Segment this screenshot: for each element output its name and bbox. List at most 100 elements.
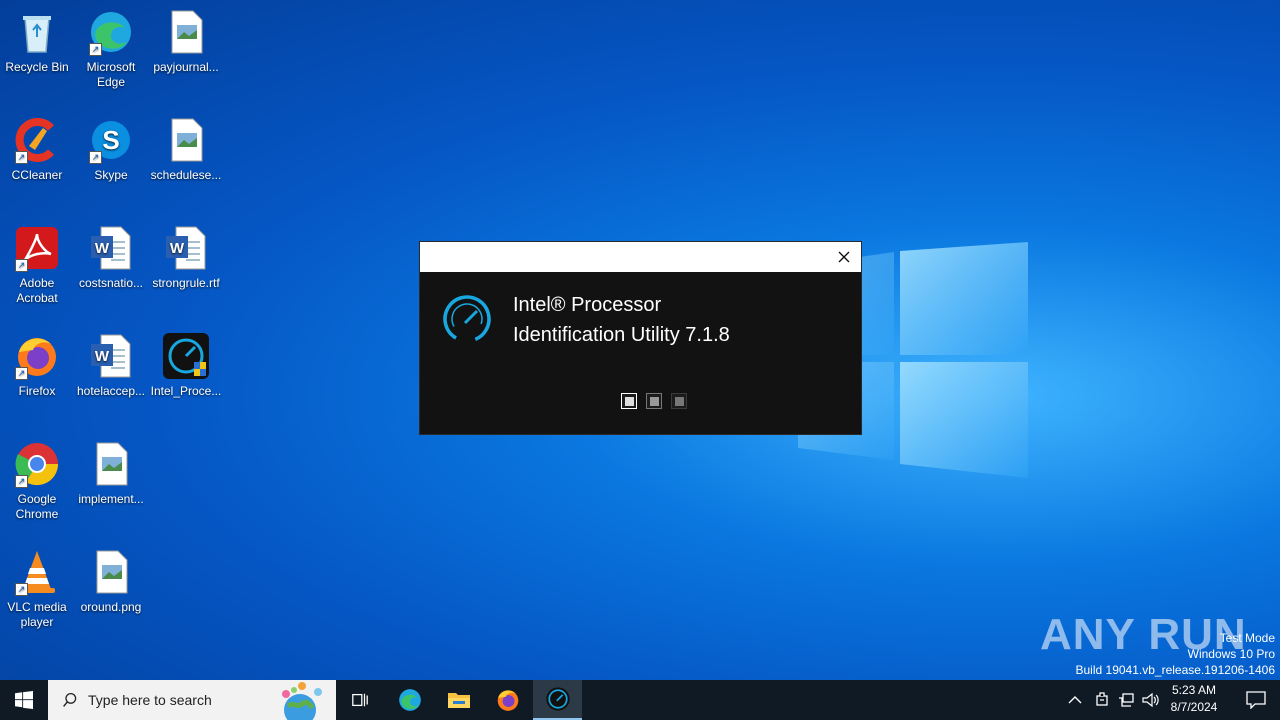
- splash-title-bar[interactable]: [420, 242, 861, 272]
- desktop-icon-label: strongrule.rtf: [152, 276, 220, 290]
- intel-gauge-icon: [443, 295, 491, 343]
- tray-device-icon: [1096, 692, 1108, 706]
- shortcut-arrow-icon: ↗: [89, 43, 102, 56]
- search-icon: [63, 692, 77, 707]
- desktop-icon-label: implement...: [78, 492, 144, 506]
- shortcut-arrow-icon: ↗: [15, 583, 28, 596]
- watermark-edition: Windows 10 Pro: [1187, 647, 1275, 661]
- desktop-icon-label: Microsoft Edge: [86, 60, 136, 89]
- vlc-icon: ↗: [13, 548, 61, 596]
- desktop-icon-ccleaner[interactable]: ↗ CCleaner: [0, 116, 74, 183]
- svg-text:W: W: [95, 348, 110, 365]
- start-button[interactable]: [0, 680, 48, 720]
- intel-utility-icon: [545, 687, 570, 711]
- desktop-icon-label: oround.png: [80, 600, 142, 614]
- desktop-icon-edge[interactable]: ↗ Microsoft Edge: [74, 8, 148, 90]
- close-button[interactable]: [833, 246, 855, 268]
- intel-installer-icon: [162, 332, 210, 380]
- desktop-icon-hotelaccep[interactable]: W hotelaccep...: [74, 332, 148, 399]
- desktop-icon-oround[interactable]: oround.png: [74, 548, 148, 615]
- taskbar: Type here to search 5:23 AM 8/7/2024: [0, 680, 1280, 720]
- svg-text:W: W: [95, 240, 110, 257]
- volume-icon: [1142, 692, 1159, 708]
- loading-indicator: [621, 393, 687, 409]
- desktop-icon-label: Adobe Acrobat: [16, 276, 58, 305]
- desktop-icon-label: Recycle Bin: [5, 60, 69, 74]
- chrome-icon: ↗: [13, 440, 61, 488]
- notification-icon: [1246, 691, 1266, 709]
- volume-button[interactable]: [1142, 680, 1162, 720]
- chevron-up-icon: [1068, 696, 1082, 704]
- desktop-icon-label: costsnatio...: [78, 276, 144, 290]
- desktop-icon-label: Intel_Proce...: [150, 384, 222, 398]
- desktop-icon-firefox[interactable]: ↗ Firefox: [0, 332, 74, 399]
- desktop-icon-label: Google Chrome: [15, 492, 59, 521]
- close-icon: [838, 251, 850, 263]
- image-file-icon: [87, 548, 135, 596]
- word-doc-icon: W: [87, 224, 135, 272]
- desktop-icon-costsnatio[interactable]: W costsnatio...: [74, 224, 148, 291]
- task-view-button[interactable]: [336, 680, 384, 720]
- product-name: Intel® Processor Identification Utility …: [513, 290, 730, 350]
- desktop-icon-schedulese[interactable]: schedulese...: [149, 116, 223, 183]
- desktop-icon-label: schedulese...: [150, 168, 222, 182]
- recycle-bin-icon: [13, 8, 61, 56]
- edge-icon: [399, 689, 421, 711]
- loading-dot: [646, 393, 662, 409]
- taskbar-file-explorer-button[interactable]: [435, 680, 483, 720]
- desktop-icon-strongrule[interactable]: W strongrule.rtf: [149, 224, 223, 291]
- taskbar-intel-utility-button[interactable]: [533, 680, 582, 720]
- image-file-icon: [162, 8, 210, 56]
- tray-app-button[interactable]: [1094, 680, 1114, 720]
- image-file-icon: [87, 440, 135, 488]
- search-placeholder: Type here to search: [88, 692, 212, 708]
- windows-start-icon: [15, 691, 33, 709]
- desktop-icon-label: hotelaccep...: [76, 384, 146, 398]
- desktop-icon-acrobat[interactable]: ↗ Adobe Acrobat: [0, 224, 74, 306]
- product-name-line2: Identification Utility 7.1.8: [513, 324, 730, 346]
- file-explorer-icon: [448, 693, 470, 708]
- show-hidden-icons-button[interactable]: [1068, 680, 1090, 720]
- shortcut-arrow-icon: ↗: [89, 151, 102, 164]
- taskbar-firefox-button[interactable]: [484, 680, 532, 720]
- desktop-icon-label: CCleaner: [11, 168, 63, 182]
- ccleaner-icon: ↗: [13, 116, 61, 164]
- desktop-icon-implement[interactable]: implement...: [74, 440, 148, 507]
- desktop-icon-label: Firefox: [18, 384, 56, 398]
- intel-splash-window: Intel® Processor Identification Utility …: [419, 241, 862, 435]
- desktop-icon-chrome[interactable]: ↗ Google Chrome: [0, 440, 74, 522]
- taskbar-clock[interactable]: 5:23 AM 8/7/2024: [1160, 682, 1228, 716]
- loading-dot: [621, 393, 637, 409]
- shortcut-arrow-icon: ↗: [15, 259, 28, 272]
- firefox-icon: ↗: [13, 332, 61, 380]
- desktop-icon-label: payjournal...: [153, 60, 219, 74]
- desktop-icon-payjournal[interactable]: payjournal...: [149, 8, 223, 75]
- clock-date: 8/7/2024: [1170, 700, 1218, 714]
- desktop-icon-skype[interactable]: S ↗ Skype: [74, 116, 148, 183]
- shortcut-arrow-icon: ↗: [15, 367, 28, 380]
- watermark-build: Build 19041.vb_release.191206-1406: [1075, 663, 1276, 677]
- desktop-icon-vlc[interactable]: ↗ VLC media player: [0, 548, 74, 630]
- task-view-icon: [352, 693, 368, 707]
- action-center-button[interactable]: [1232, 680, 1280, 720]
- desktop-icon-label: VLC media player: [7, 600, 67, 629]
- product-name-line1: Intel® Processor: [513, 294, 662, 316]
- os-watermark: Test Mode Windows 10 Pro Build 19041.vb_…: [1076, 630, 1276, 678]
- network-button[interactable]: [1118, 680, 1138, 720]
- taskbar-edge-button[interactable]: [386, 680, 434, 720]
- desktop-icon-intel-proce[interactable]: Intel_Proce...: [149, 332, 223, 399]
- edge-icon: ↗: [87, 8, 135, 56]
- clock-time: 5:23 AM: [1171, 683, 1217, 697]
- desktop-icon-label: Skype: [94, 168, 128, 182]
- word-doc-icon: W: [162, 224, 210, 272]
- acrobat-icon: ↗: [13, 224, 61, 272]
- shortcut-arrow-icon: ↗: [15, 475, 28, 488]
- firefox-icon: [497, 690, 519, 711]
- svg-text:S: S: [102, 125, 119, 155]
- word-doc-icon: W: [87, 332, 135, 380]
- search-highlight-icon: [282, 682, 322, 720]
- taskbar-search-box[interactable]: Type here to search: [48, 680, 336, 720]
- desktop-icon-recycle-bin[interactable]: Recycle Bin: [0, 8, 74, 75]
- image-file-icon: [162, 116, 210, 164]
- loading-dot: [671, 393, 687, 409]
